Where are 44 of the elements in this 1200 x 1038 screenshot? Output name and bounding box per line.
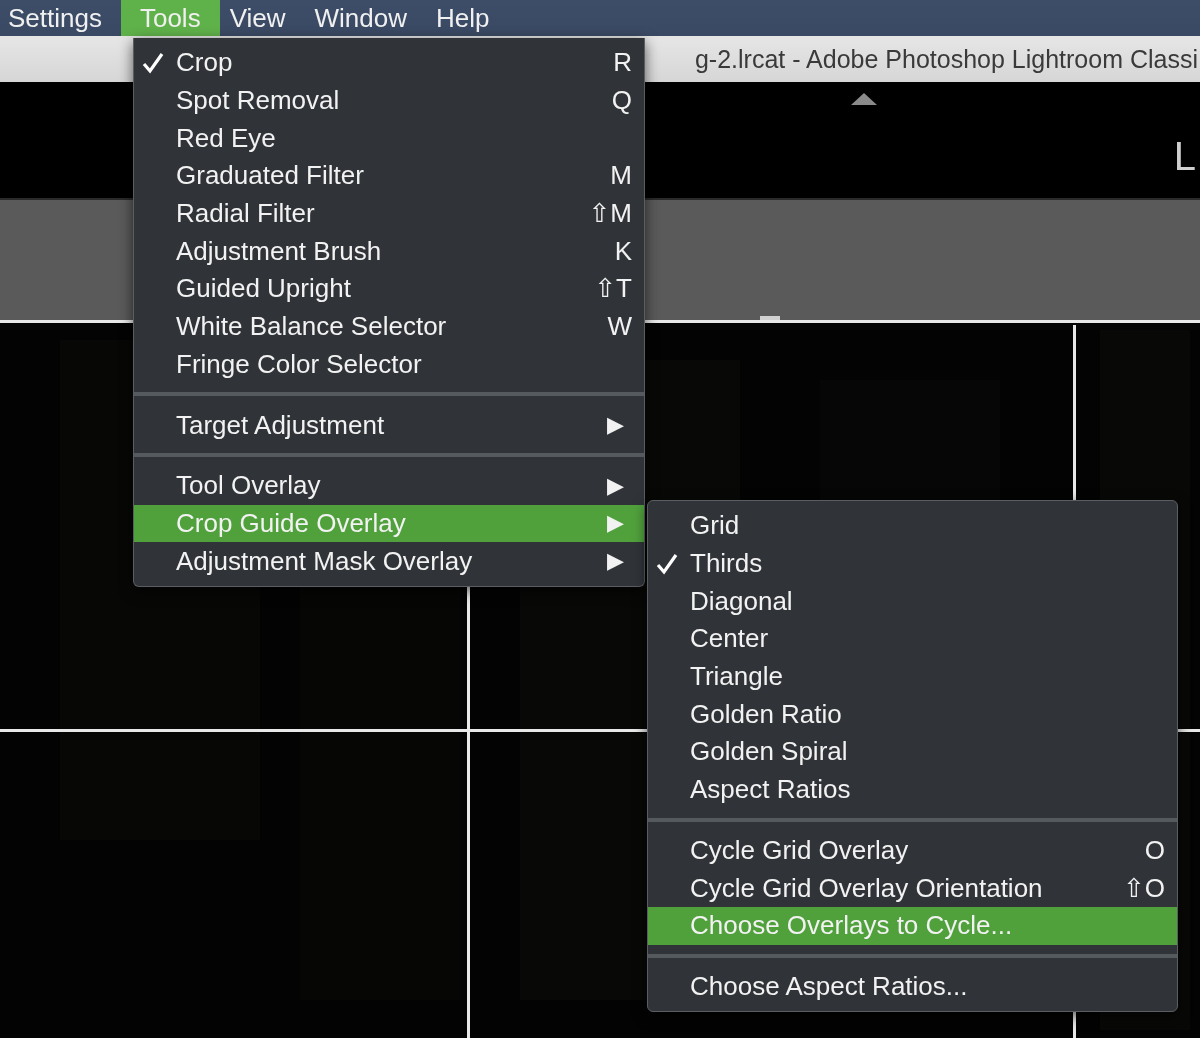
menu-item[interactable]: Center	[648, 620, 1177, 658]
menu-item[interactable]: Triangle	[648, 657, 1177, 696]
submenu-arrow: ▶	[607, 510, 624, 537]
menu-item[interactable]: Golden Ratio	[648, 695, 1177, 734]
menu-item[interactable]: Thirds	[648, 544, 1177, 583]
shortcut-key: Q	[611, 85, 632, 117]
menu-item[interactable]: Graduated Filter M	[134, 157, 644, 195]
shortcut-key: K	[614, 235, 632, 267]
menu-item[interactable]: Diagonal	[648, 582, 1177, 621]
menu-item[interactable]: Spot Removal Q	[134, 81, 644, 120]
shortcut-key: M	[610, 160, 632, 192]
menu-bar-item[interactable]: Settings	[0, 0, 121, 36]
menu-item[interactable]: Target Adjustment ▶	[134, 406, 644, 444]
submenu-arrow: ▶	[607, 412, 624, 439]
menu-item[interactable]: Adjustment Brush K	[134, 232, 644, 271]
menu-bar-item[interactable]: Help	[426, 0, 509, 36]
collapse-triangle-icon[interactable]	[851, 93, 877, 105]
shortcut-key: O	[1144, 834, 1165, 866]
shortcut-key: W	[607, 311, 632, 343]
menu-item[interactable]: Aspect Ratios	[648, 770, 1177, 809]
menu-item[interactable]: Cycle Grid Overlay O	[648, 831, 1177, 870]
menu-item[interactable]: Grid	[648, 507, 1177, 545]
menu-item[interactable]: Crop R	[134, 44, 644, 82]
shortcut-key: ⇧O	[1123, 872, 1165, 904]
toolbar-text: L	[1173, 134, 1196, 178]
submenu-arrow: ▶	[607, 472, 624, 499]
window-title: g-2.lrcat - Adobe Photoshop Lightroom Classi	[694, 44, 1198, 74]
menu-item[interactable]: Choose Aspect Ratios...	[648, 967, 1177, 1006]
menu-item[interactable]: Radial Filter ⇧M	[134, 194, 644, 233]
menu-item[interactable]: Guided Upright ⇧T	[134, 270, 644, 308]
menu-item[interactable]: Tool Overlay ▶	[134, 466, 644, 505]
menu-item[interactable]: Fringe Color Selector	[134, 345, 644, 384]
menu-item[interactable]: Golden Spiral	[648, 733, 1177, 771]
menu-item[interactable]: Red Eye	[134, 119, 644, 158]
menu-bar-item[interactable]: View	[219, 0, 305, 36]
menu-item[interactable]: White Balance Selector W	[134, 307, 644, 346]
menu-item[interactable]: Cycle Grid Overlay Orientation ⇧O	[648, 869, 1177, 907]
shortcut-key: R	[613, 47, 632, 79]
shortcut-key: ⇧T	[594, 273, 632, 305]
submenu-arrow: ▶	[607, 548, 624, 575]
menu-bar-item[interactable]: Window	[304, 0, 427, 36]
shortcut-key: ⇧M	[588, 198, 632, 230]
menu-item[interactable]: Adjustment Mask Overlay ▶	[134, 542, 644, 580]
drag-handle[interactable]	[760, 316, 780, 320]
